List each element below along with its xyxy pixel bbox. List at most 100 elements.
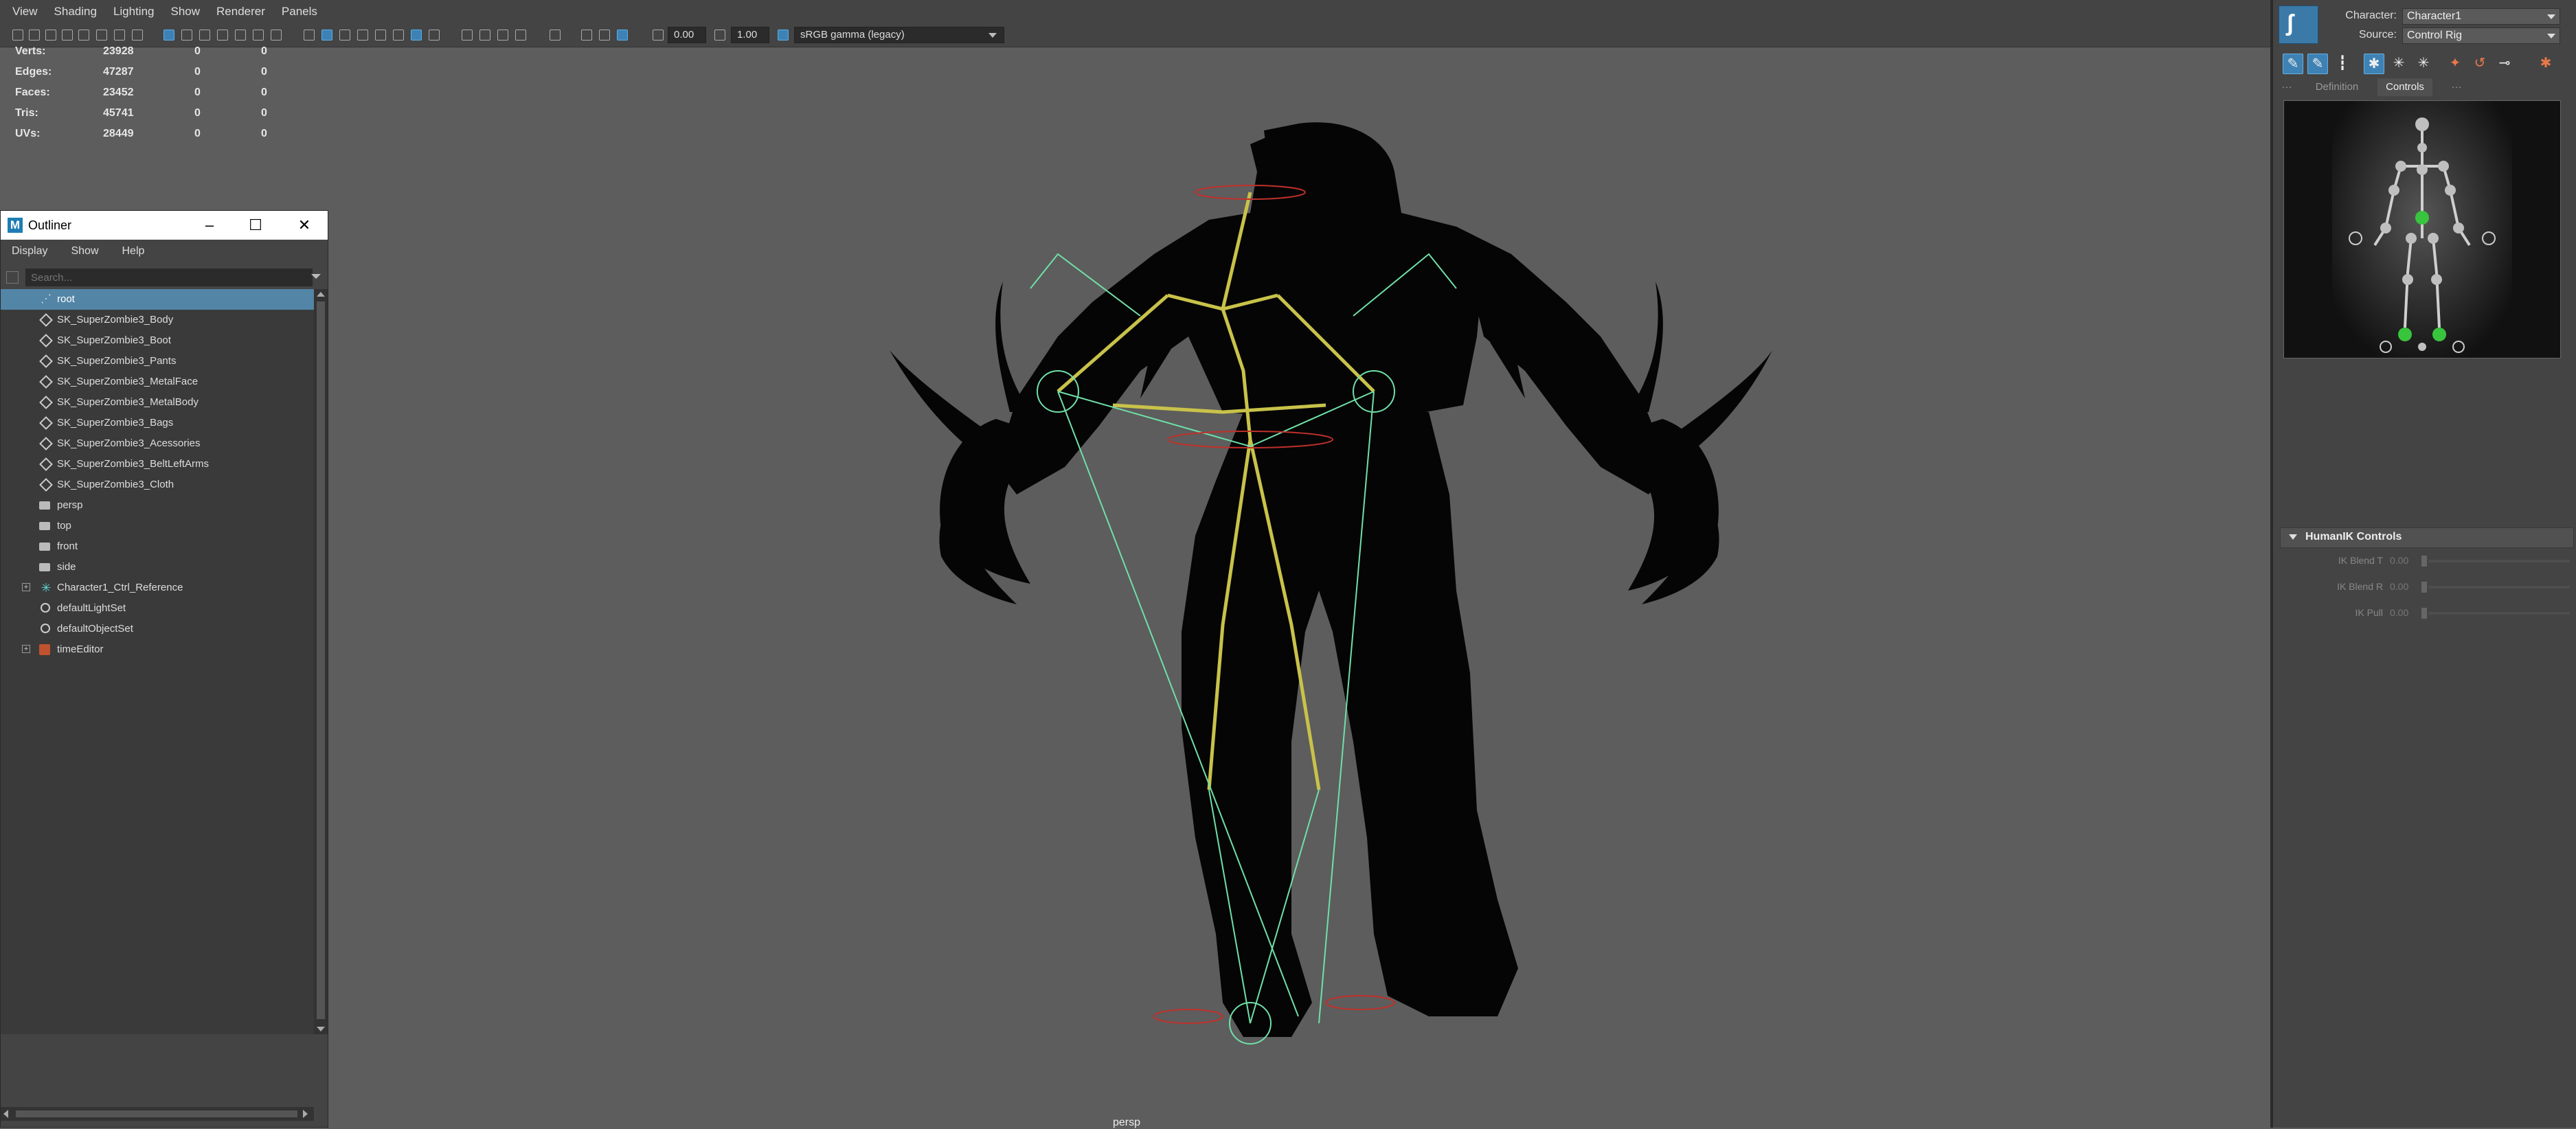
exposure-field[interactable]: 0.00 xyxy=(668,27,706,43)
ik-slider-track[interactable] xyxy=(2428,612,2570,615)
neck-effector[interactable] xyxy=(2417,143,2427,152)
menu-show[interactable]: Show xyxy=(171,5,201,19)
bookmark-icon[interactable] xyxy=(62,30,73,41)
outliner-horizontal-scrollbar[interactable] xyxy=(1,1107,314,1121)
humanik-character-view[interactable] xyxy=(2283,100,2561,358)
outliner-item[interactable]: SK_SuperZombie3_Bags xyxy=(1,413,314,433)
scroll-thumb[interactable] xyxy=(317,301,325,1019)
lights-icon[interactable] xyxy=(393,30,404,41)
character-scene[interactable] xyxy=(769,110,1800,1126)
maximize-button[interactable]: ☐ xyxy=(246,216,265,234)
body-part-mode-button[interactable]: ┇ xyxy=(2332,54,2353,74)
scroll-up-icon[interactable] xyxy=(317,292,325,297)
smooth-shade-icon[interactable] xyxy=(321,30,332,41)
outliner-item[interactable]: SK_SuperZombie3_Body xyxy=(1,310,314,330)
left-elbow-effector[interactable] xyxy=(2388,185,2399,196)
menu-renderer[interactable]: Renderer xyxy=(216,5,265,19)
hips-effector[interactable] xyxy=(2415,211,2429,225)
outliner-item[interactable]: ⋰ root xyxy=(1,289,314,310)
xray-icon[interactable] xyxy=(479,30,490,41)
outliner-titlebar[interactable]: M Outliner – ☐ ✕ xyxy=(1,211,328,240)
right-ankle-effector[interactable] xyxy=(2432,328,2446,341)
viewport-panel[interactable]: View Shading Lighting Show Renderer Pane… xyxy=(0,0,2270,1128)
mirror-button[interactable]: ↺ xyxy=(2470,54,2490,74)
figure-view-button[interactable]: ✱ xyxy=(2364,54,2384,74)
left-knee-effector[interactable] xyxy=(2402,274,2413,285)
ik-slider-handle[interactable] xyxy=(2421,556,2427,567)
outliner-item[interactable]: + timeEditor xyxy=(1,639,314,660)
outliner-item[interactable]: + ✳ Character1_Ctrl_Reference xyxy=(1,578,314,598)
outliner-item[interactable]: persp xyxy=(1,495,314,516)
right-elbow-effector[interactable] xyxy=(2445,185,2456,196)
scroll-thumb-horizontal[interactable] xyxy=(16,1110,297,1117)
humanik-controls-header[interactable]: HumanIK Controls xyxy=(2280,527,2574,548)
left-hip-effector[interactable] xyxy=(2406,233,2417,244)
ik-slider-handle[interactable] xyxy=(2421,582,2427,593)
ik-control-value[interactable]: 0.00 xyxy=(2390,555,2417,566)
outliner-item[interactable]: SK_SuperZombie3_MetalFace xyxy=(1,372,314,392)
pencil-icon[interactable] xyxy=(132,30,143,41)
menu-shading[interactable]: Shading xyxy=(54,5,97,19)
head-effector[interactable] xyxy=(2415,117,2429,131)
left-ankle-effector[interactable] xyxy=(2398,328,2412,341)
left-wrist-effector[interactable] xyxy=(2380,223,2391,233)
isolate-select-icon[interactable] xyxy=(462,30,473,41)
hud-icon[interactable] xyxy=(581,30,592,41)
ik-slider-track[interactable] xyxy=(2428,586,2570,589)
grid-icon[interactable] xyxy=(163,30,174,41)
safe-title-icon[interactable] xyxy=(271,30,282,41)
checker-icon[interactable] xyxy=(375,30,386,41)
gamma-icon[interactable] xyxy=(714,30,725,41)
color-space-dropdown[interactable]: sRGB gamma (legacy) xyxy=(794,27,1004,43)
ik-control-value[interactable]: 0.00 xyxy=(2390,581,2417,592)
left-shoulder-effector[interactable] xyxy=(2395,161,2406,172)
source-dropdown[interactable]: Control Rig xyxy=(2402,27,2560,44)
outliner-menu-display[interactable]: Display xyxy=(12,245,47,258)
outliner-menu-show[interactable]: Show xyxy=(71,245,98,258)
color-management-icon[interactable] xyxy=(778,30,789,41)
outliner-search-input[interactable] xyxy=(25,269,313,286)
resolution-gate-icon[interactable] xyxy=(199,30,210,41)
ik-slider-track[interactable] xyxy=(2428,560,2570,562)
outliner-item[interactable]: front xyxy=(1,536,314,557)
ik-control-value[interactable]: 0.00 xyxy=(2390,607,2417,618)
minimize-button[interactable]: – xyxy=(200,216,219,234)
right-hip-effector[interactable] xyxy=(2428,233,2439,244)
chest-effector[interactable] xyxy=(2417,164,2428,175)
right-shoulder-effector[interactable] xyxy=(2438,161,2449,172)
tab-scroll-right[interactable]: ··· xyxy=(2446,78,2467,96)
outliner-vertical-scrollbar[interactable] xyxy=(314,289,328,1034)
ambient-occlusion-icon[interactable] xyxy=(429,30,440,41)
camera-lock-icon[interactable] xyxy=(29,30,40,41)
film-gate-icon[interactable] xyxy=(181,30,192,41)
character-dropdown[interactable]: Character1 xyxy=(2402,8,2560,25)
xray-active-icon[interactable] xyxy=(515,30,526,41)
menu-view[interactable]: View xyxy=(12,5,38,19)
xray-joints-icon[interactable] xyxy=(497,30,508,41)
tab-definition[interactable]: Definition xyxy=(2306,78,2368,96)
outliner-item[interactable]: SK_SuperZombie3_Pants xyxy=(1,351,314,372)
outliner-item[interactable]: SK_SuperZombie3_MetalBody xyxy=(1,392,314,413)
menu-lighting[interactable]: Lighting xyxy=(113,5,155,19)
pin-rotation-button[interactable]: ✳ xyxy=(2413,54,2434,74)
menu-panels[interactable]: Panels xyxy=(282,5,317,19)
scroll-down-icon[interactable] xyxy=(317,1027,325,1031)
scroll-left-icon[interactable] xyxy=(3,1110,8,1118)
outliner-item[interactable]: SK_SuperZombie3_BeltLeftArms xyxy=(1,454,314,475)
camera-select-icon[interactable] xyxy=(12,30,23,41)
select-edit-mode-button[interactable]: ✎ xyxy=(2283,54,2303,74)
filter-icon[interactable] xyxy=(6,271,19,284)
manipulator-icon[interactable] xyxy=(617,30,628,41)
grease-pencil-icon[interactable] xyxy=(114,30,125,41)
shadows-icon[interactable] xyxy=(411,30,422,41)
camera-icon[interactable] xyxy=(599,30,610,41)
pin-translation-button[interactable]: ✳ xyxy=(2388,54,2409,74)
right-knee-effector[interactable] xyxy=(2431,274,2442,285)
outliner-item[interactable]: side xyxy=(1,557,314,578)
exposure-icon[interactable] xyxy=(653,30,664,41)
scroll-right-icon[interactable] xyxy=(303,1110,308,1118)
outliner-item[interactable]: SK_SuperZombie3_Cloth xyxy=(1,475,314,495)
outliner-menu-help[interactable]: Help xyxy=(122,245,145,258)
reference-effector[interactable] xyxy=(2418,343,2426,351)
key-button[interactable]: ⊸ xyxy=(2494,54,2515,74)
